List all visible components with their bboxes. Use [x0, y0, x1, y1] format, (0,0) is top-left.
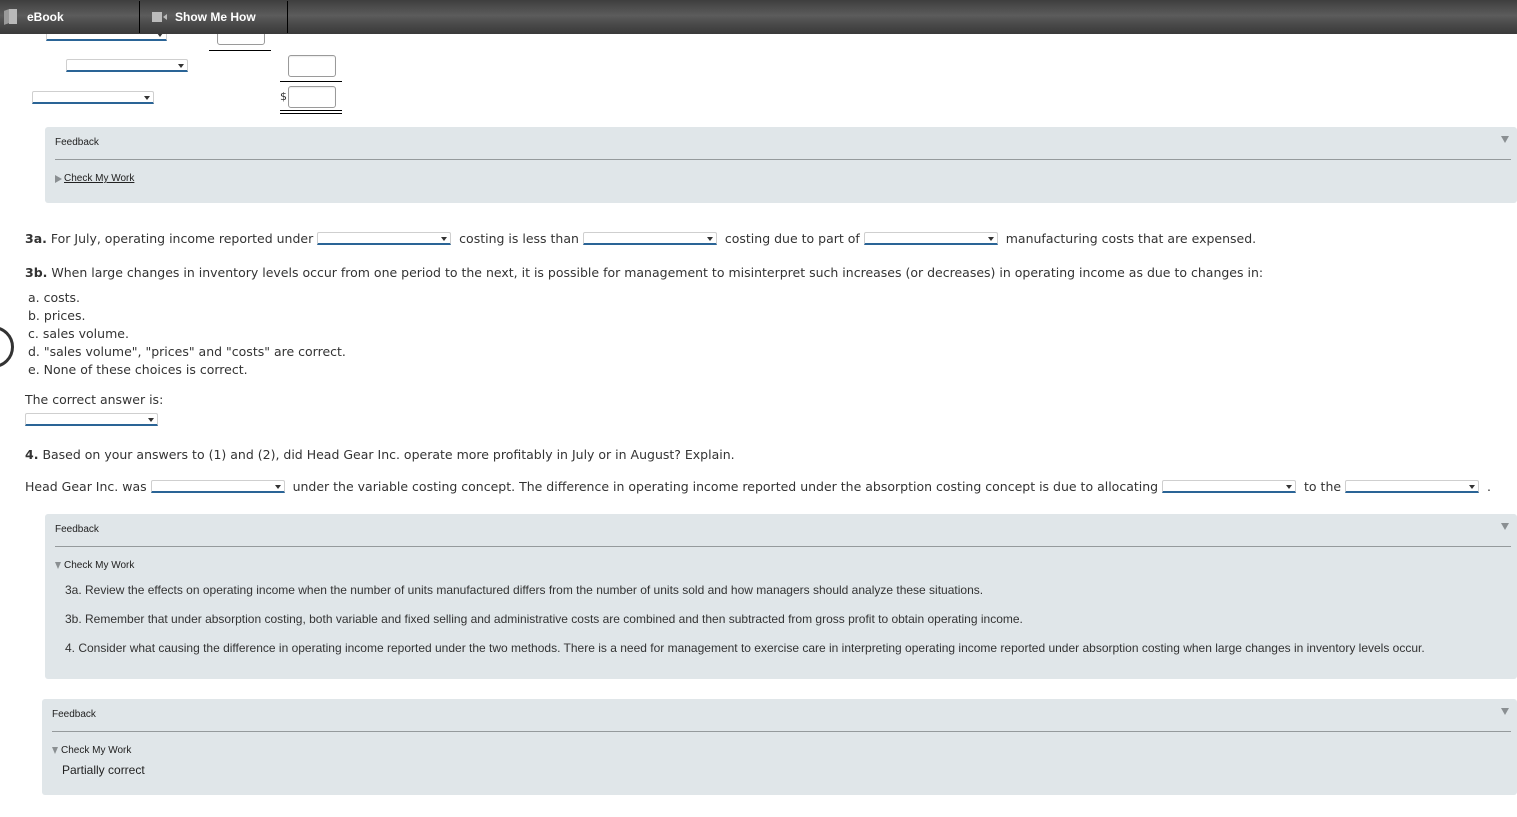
feedback-panel-3: Feedback Check My Work Partially correct	[42, 699, 1517, 795]
ebook-label: eBook	[27, 10, 64, 24]
subtotal-rule-2	[280, 81, 342, 82]
top-toolbar: eBook Show Me How	[0, 0, 1517, 34]
video-camera-icon	[152, 12, 167, 22]
hint-4: 4. Consider what causing the difference …	[65, 641, 1425, 655]
q3a-select-cost-type[interactable]	[863, 232, 998, 245]
feedback-title: Feedback	[55, 137, 99, 148]
q4-select-allocating[interactable]	[1162, 480, 1297, 493]
question-number: 3b.	[25, 265, 48, 280]
check-my-work-toggle[interactable]: Check My Work	[55, 173, 134, 184]
statement-amount-input-2[interactable]	[288, 55, 336, 77]
check-my-work-label[interactable]: Check My Work	[61, 745, 131, 756]
option-c: c. sales volume.	[28, 326, 129, 341]
total-double-rule	[280, 110, 342, 114]
feedback-divider	[52, 731, 1511, 732]
statement-total-input[interactable]	[288, 86, 336, 108]
expand-triangle-icon	[55, 174, 62, 183]
hint-3b: 3b. Remember that under absorption costi…	[65, 612, 1023, 626]
check-my-work-link[interactable]: Check My Work	[64, 173, 134, 184]
feedback-panel-2: Feedback Check My Work 3a. Review the ef…	[45, 514, 1517, 679]
option-e: e. None of these choices is correct.	[28, 362, 248, 377]
q4-select-to-the[interactable]	[1345, 480, 1480, 493]
collapse-caret-icon[interactable]	[1501, 523, 1509, 530]
option-d: d. "sales volume", "prices" and "costs" …	[28, 344, 346, 359]
feedback-title: Feedback	[52, 709, 96, 720]
q4-select-profitability[interactable]	[150, 480, 285, 493]
statement-select-3[interactable]	[32, 91, 154, 104]
question-number: 4.	[25, 447, 39, 462]
feedback-title: Feedback	[55, 524, 99, 535]
collapse-caret-icon[interactable]	[1501, 136, 1509, 143]
q3a-select-costing-1[interactable]	[317, 232, 452, 245]
option-a: a. costs.	[28, 290, 81, 305]
q3b-answer-select[interactable]	[25, 413, 158, 426]
question-text: When large changes in inventory levels o…	[51, 265, 1264, 280]
question-text: under the variable costing concept. The …	[292, 479, 1159, 494]
question-text: manufacturing costs that are expensed.	[1005, 231, 1257, 246]
feedback-divider	[55, 159, 1511, 160]
question-text: Head Gear Inc. was	[25, 479, 147, 494]
feedback-panel-1: Feedback Check My Work	[45, 127, 1517, 203]
question-number: 3a.	[25, 231, 47, 246]
collapse-caret-icon[interactable]	[1501, 708, 1509, 715]
statement-select-2[interactable]	[66, 59, 188, 72]
collapse-triangle-icon	[52, 747, 58, 754]
question-3b: 3b. When large changes in inventory leve…	[25, 265, 1263, 280]
question-3a: 3a. For July, operating income reported …	[25, 231, 1256, 246]
question-4-answer: Head Gear Inc. was under the variable co…	[25, 479, 1491, 494]
feedback-divider	[55, 546, 1511, 547]
q3a-select-costing-2[interactable]	[582, 232, 717, 245]
option-b: b. prices.	[28, 308, 86, 323]
question-text: For July, operating income reported unde…	[50, 231, 314, 246]
show-me-how-button[interactable]: Show Me How	[140, 1, 288, 33]
question-text: to the	[1304, 479, 1342, 494]
question-text: .	[1487, 479, 1491, 494]
hint-3a: 3a. Review the effects on operating inco…	[65, 583, 984, 597]
grading-status: Partially correct	[62, 763, 145, 777]
check-my-work-toggle[interactable]: Check My Work	[52, 745, 131, 756]
question-text: costing is less than	[459, 231, 579, 246]
answer-label: The correct answer is:	[25, 392, 164, 407]
book-icon	[4, 9, 18, 25]
show-me-how-label: Show Me How	[175, 10, 256, 24]
question-text: costing due to part of	[724, 231, 860, 246]
check-my-work-toggle[interactable]: Check My Work	[55, 560, 134, 571]
ebook-button[interactable]: eBook	[0, 1, 140, 33]
subtotal-rule	[209, 50, 271, 51]
question-text: Based on your answers to (1) and (2), di…	[42, 447, 735, 462]
check-my-work-label[interactable]: Check My Work	[64, 560, 134, 571]
collapse-triangle-icon	[55, 562, 61, 569]
currency-symbol: $	[280, 90, 287, 103]
question-4: 4. Based on your answers to (1) and (2),…	[25, 447, 735, 462]
cursor-ring	[0, 326, 14, 368]
